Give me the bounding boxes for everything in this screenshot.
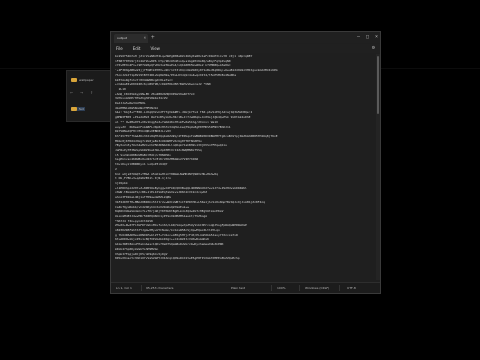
character-count: 95,253 characters bbox=[146, 286, 174, 290]
minimize-icon[interactable]: – bbox=[357, 33, 360, 41]
close-tab-icon[interactable]: × bbox=[144, 36, 146, 40]
status-divider bbox=[339, 285, 340, 291]
folder-label: fed bbox=[79, 107, 84, 111]
encoding: UTF-8 bbox=[347, 286, 356, 290]
tab-title: output bbox=[117, 36, 127, 40]
line-ending: Windows (CRLF) bbox=[305, 286, 330, 290]
status-divider bbox=[271, 285, 272, 291]
folder-icon bbox=[71, 107, 77, 111]
settings-gear-icon[interactable]: ⚙ bbox=[372, 45, 375, 51]
explorer-nav: ← → ↑ bbox=[70, 90, 93, 96]
folder-icon bbox=[71, 78, 77, 82]
up-arrow-icon[interactable]: ↑ bbox=[90, 90, 93, 96]
explorer-folder-row[interactable]: wallpaper bbox=[71, 78, 94, 82]
cursor-position: Ln 1, Col 1 bbox=[116, 286, 132, 290]
status-divider bbox=[141, 285, 142, 291]
back-arrow-icon[interactable]: ← bbox=[70, 90, 73, 96]
document-tab[interactable]: output × bbox=[114, 34, 148, 43]
notepad-window[interactable]: output × + – □ × File Edit View ⚙ bx2S6f… bbox=[110, 31, 381, 294]
file-explorer-window[interactable]: wallpaper ← → ↑ fed bbox=[66, 70, 116, 122]
forward-arrow-icon[interactable]: → bbox=[80, 90, 83, 96]
maximize-icon[interactable]: □ bbox=[366, 33, 369, 41]
explorer-folder-row[interactable]: fed bbox=[71, 107, 84, 111]
close-window-icon[interactable]: × bbox=[375, 33, 378, 41]
menu-view[interactable]: View bbox=[150, 46, 160, 51]
text-editor-area[interactable]: bx2S6f5Zm7uH jZ1rVxaN8dT2Lq+HmPgNtBeRZc4… bbox=[115, 54, 373, 280]
menu-bar: File Edit View bbox=[111, 44, 380, 53]
text-format: Plain text bbox=[231, 286, 246, 290]
title-bar[interactable]: output × + – □ × bbox=[111, 32, 380, 43]
new-tab-icon[interactable]: + bbox=[151, 34, 155, 41]
scrollbar-thumb[interactable] bbox=[377, 56, 379, 114]
window-controls: – □ × bbox=[357, 33, 378, 41]
text-line: 8PbvX9nsoYc3hK1OYvVaS2GPYJXIACqiQO9uRiD1… bbox=[115, 256, 240, 261]
folder-label: wallpaper bbox=[79, 78, 94, 82]
status-divider bbox=[299, 285, 300, 291]
zoom-level[interactable]: 100% bbox=[277, 286, 286, 290]
status-bar: Ln 1, Col 1 95,253 characters Plain text… bbox=[111, 282, 380, 293]
menu-file[interactable]: File bbox=[116, 46, 123, 51]
menu-edit[interactable]: Edit bbox=[133, 46, 141, 51]
